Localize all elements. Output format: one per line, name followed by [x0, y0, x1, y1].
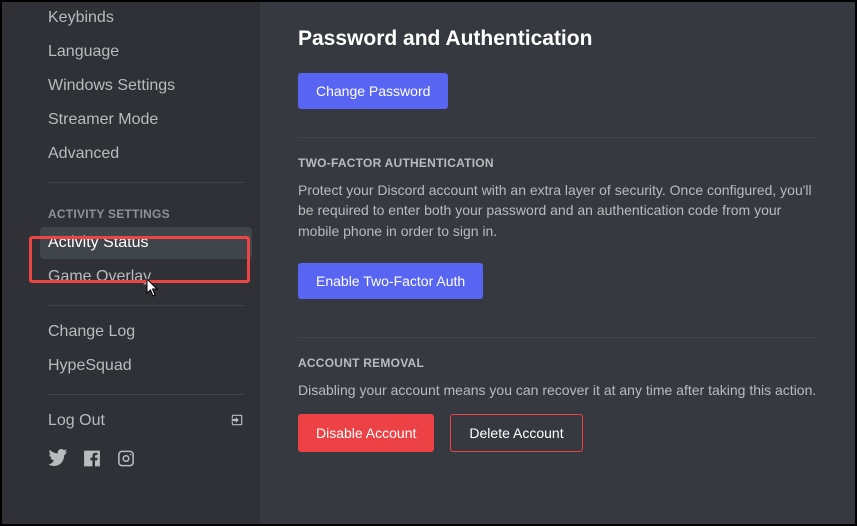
sidebar-item-advanced[interactable]: Advanced [40, 138, 252, 170]
delete-account-button[interactable]: Delete Account [450, 414, 582, 452]
account-removal-header: ACCOUNT REMOVAL [298, 356, 817, 370]
page-title: Password and Authentication [298, 27, 817, 51]
account-removal-buttons: Disable Account Delete Account [298, 414, 817, 452]
main-content: Password and Authentication Change Passw… [260, 2, 855, 524]
sidebar-item-streamer-mode[interactable]: Streamer Mode [40, 104, 252, 136]
sidebar-divider [48, 305, 244, 306]
sidebar-item-activity-status[interactable]: Activity Status [40, 227, 252, 259]
twofa-header: TWO-FACTOR AUTHENTICATION [298, 156, 817, 170]
sidebar-divider [48, 394, 244, 395]
sidebar-item-change-log[interactable]: Change Log [40, 316, 252, 348]
sidebar-item-logout[interactable]: Log Out [40, 405, 252, 437]
twitter-icon[interactable] [48, 449, 68, 473]
sidebar-item-language[interactable]: Language [40, 36, 252, 68]
sidebar-item-keybinds[interactable]: Keybinds [40, 2, 252, 34]
facebook-icon[interactable] [82, 449, 102, 473]
change-password-button[interactable]: Change Password [298, 73, 448, 109]
sidebar-header-activity: ACTIVITY SETTINGS [40, 201, 252, 227]
twofa-description: Protect your Discord account with an ext… [298, 180, 817, 241]
section-divider [298, 137, 817, 138]
sidebar-item-windows-settings[interactable]: Windows Settings [40, 70, 252, 102]
sidebar-item-game-overlay[interactable]: Game Overlay [40, 261, 252, 293]
account-removal-description: Disabling your account means you can rec… [298, 380, 817, 400]
sidebar-item-hypesquad[interactable]: HypeSquad [40, 350, 252, 382]
logout-icon [230, 413, 244, 430]
enable-twofa-button[interactable]: Enable Two-Factor Auth [298, 263, 483, 299]
logout-label: Log Out [48, 412, 105, 430]
sidebar-divider [48, 182, 244, 183]
section-divider [298, 337, 817, 338]
disable-account-button[interactable]: Disable Account [298, 414, 434, 452]
social-icons [40, 439, 252, 485]
instagram-icon[interactable] [116, 449, 136, 473]
sidebar: Keybinds Language Windows Settings Strea… [2, 2, 260, 524]
